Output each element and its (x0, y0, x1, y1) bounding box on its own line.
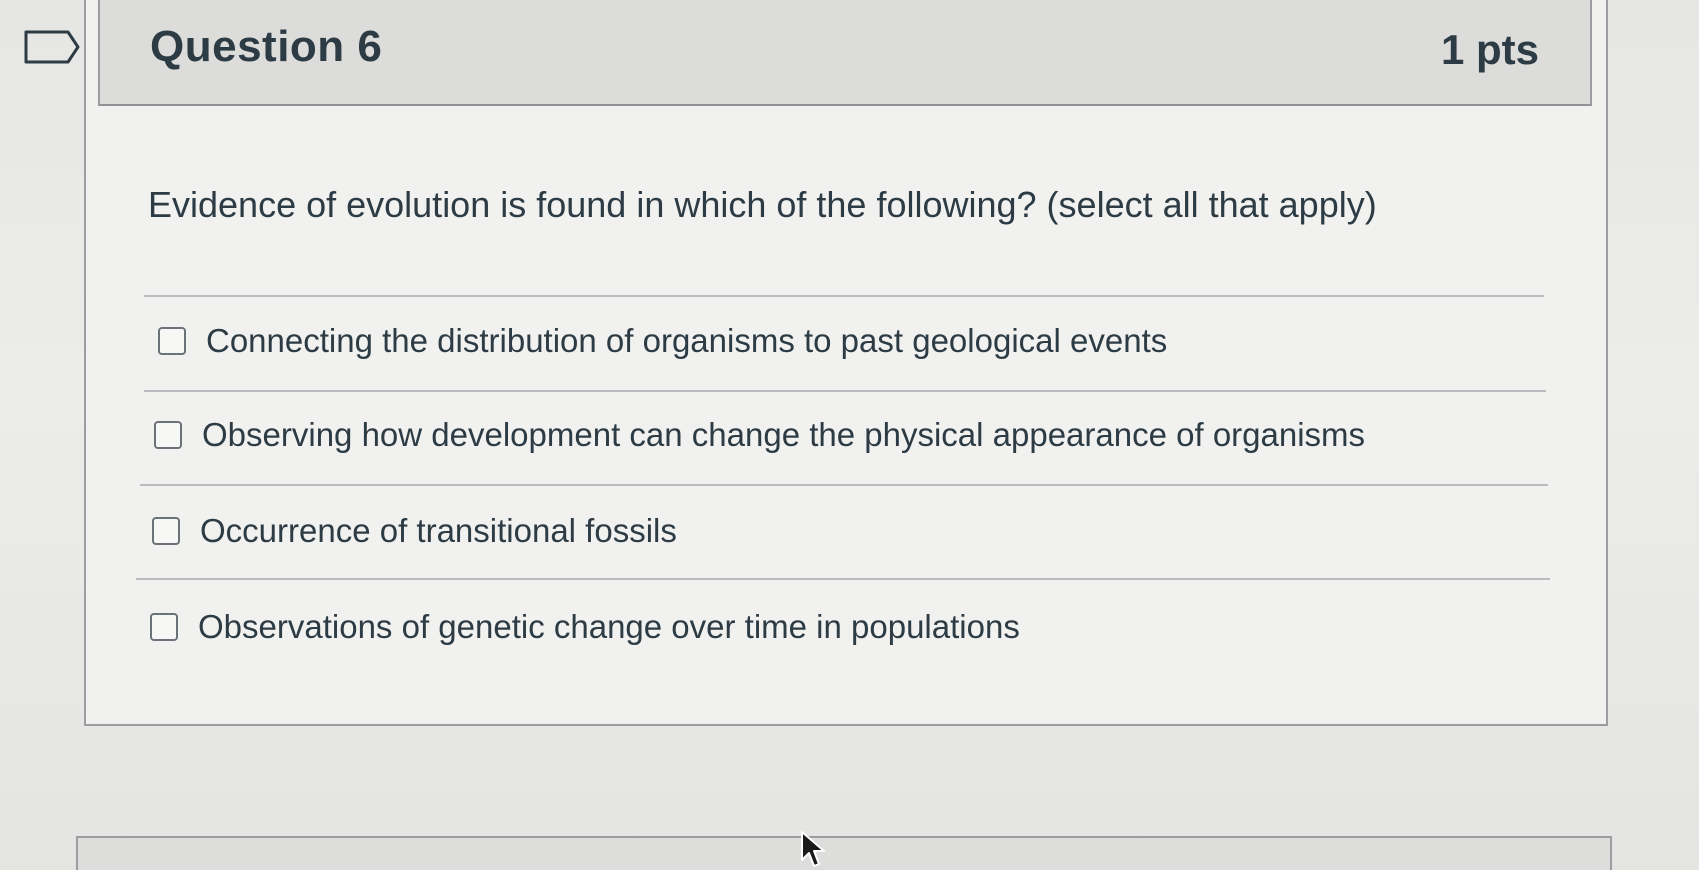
answer-divider (136, 578, 1550, 580)
flag-question-icon[interactable] (24, 30, 80, 64)
answer-divider (144, 390, 1546, 392)
next-question-card (76, 836, 1612, 870)
answer-label: Observations of genetic change over time… (198, 608, 1020, 645)
answer-label: Occurrence of transitional fossils (200, 512, 677, 549)
answer-label: Connecting the distribution of organisms… (206, 322, 1168, 359)
answer-option-4[interactable]: Observations of genetic change over time… (150, 608, 1020, 646)
answer-option-2[interactable]: Observing how development can change the… (154, 416, 1365, 454)
checkbox[interactable] (152, 517, 180, 545)
answer-option-3[interactable]: Occurrence of transitional fossils (152, 512, 677, 550)
question-title: Question 6 (150, 22, 383, 71)
question-points: 1 pts (1440, 26, 1539, 73)
checkbox[interactable] (154, 421, 182, 449)
answer-divider (144, 295, 1544, 297)
checkbox[interactable] (158, 327, 186, 355)
answer-label: Observing how development can change the… (202, 416, 1366, 453)
mouse-pointer-icon (801, 831, 825, 867)
answer-option-1[interactable]: Connecting the distribution of organisms… (158, 322, 1167, 360)
question-text: Evidence of evolution is found in which … (148, 184, 1377, 225)
checkbox[interactable] (150, 613, 178, 641)
quiz-page: Question 6 1 pts Evidence of evolution i… (0, 0, 1699, 870)
answer-divider (140, 484, 1548, 486)
